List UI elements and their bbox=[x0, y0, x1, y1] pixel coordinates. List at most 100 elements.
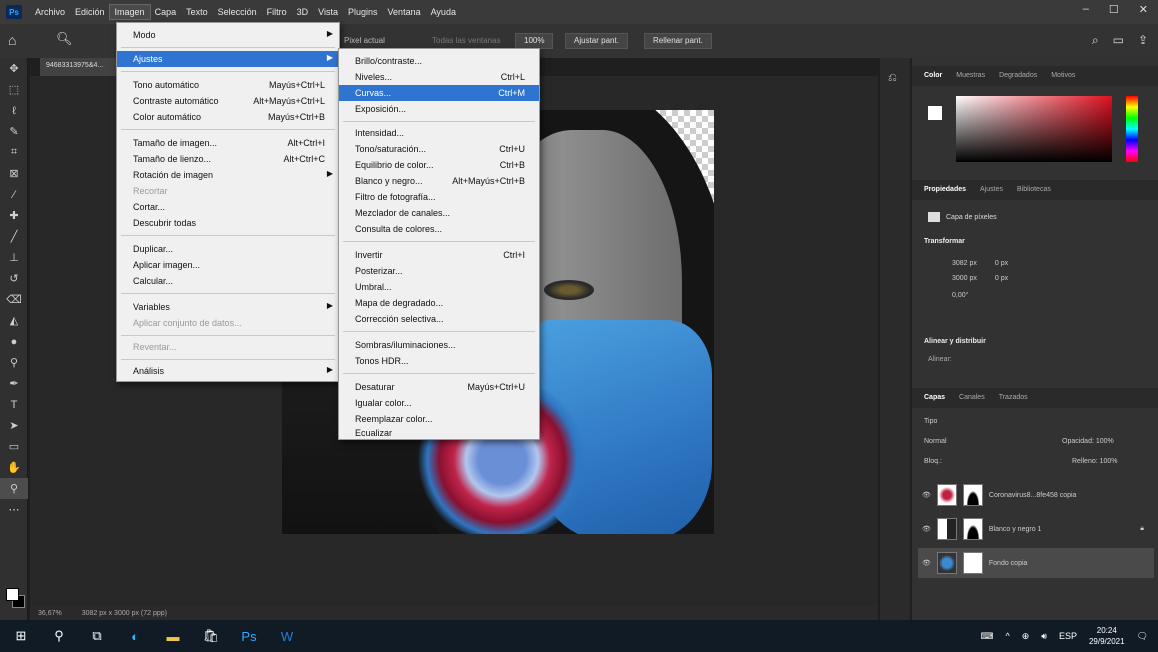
opacity-field[interactable]: Opacidad: 100% bbox=[1062, 438, 1114, 445]
menu-capa[interactable]: Capa bbox=[150, 5, 182, 19]
menu-item-aplicar-imagen[interactable]: Aplicar imagen... bbox=[117, 257, 339, 273]
rectangle-tool-icon[interactable]: ▭ bbox=[0, 436, 28, 457]
menu-plugins[interactable]: Plugins bbox=[343, 5, 383, 19]
eye-icon[interactable]: 👁︎ bbox=[922, 525, 931, 533]
menu-item-correccion-selectiva[interactable]: Corrección selectiva... bbox=[339, 311, 539, 327]
windows-start-icon[interactable]: ⊞ bbox=[6, 620, 36, 652]
menu-item-tamano-lienzo[interactable]: Tamaño de lienzo... Alt+Ctrl+C bbox=[117, 151, 339, 167]
zoom-100-button[interactable]: 100% bbox=[515, 33, 554, 49]
tab-bibliotecas[interactable]: Bibliotecas bbox=[1017, 186, 1051, 194]
menu-item-niveles[interactable]: Niveles... Ctrl+L bbox=[339, 69, 539, 85]
blur-tool-icon[interactable]: ● bbox=[0, 331, 28, 352]
menu-item-igualar-color[interactable]: Igualar color... bbox=[339, 395, 539, 411]
transform-section-title[interactable]: Transformar bbox=[924, 238, 965, 245]
frame-tool-icon[interactable]: ⊠ bbox=[0, 163, 28, 184]
layer-row[interactable]: 👁︎ Blanco y negro 1 🔒︎ bbox=[918, 514, 1154, 544]
menu-item-ecualizar[interactable]: Ecualizar bbox=[339, 425, 539, 441]
zoom-tool-icon[interactable]: ⚲ bbox=[0, 478, 28, 499]
menu-texto[interactable]: Texto bbox=[181, 5, 213, 19]
menu-item-tonos-hdr[interactable]: Tonos HDR... bbox=[339, 353, 539, 369]
menu-item-modo[interactable]: Modo ▶ bbox=[117, 27, 339, 43]
menu-item-tamano-imagen[interactable]: Tamaño de imagen... Alt+Ctrl+I bbox=[117, 135, 339, 151]
menu-item-variables[interactable]: Variables ▶ bbox=[117, 299, 339, 315]
zoom-tool-icon[interactable]: 🔍︎ bbox=[56, 31, 73, 47]
edit-toolbar-icon[interactable]: ⋯ bbox=[0, 499, 28, 520]
healing-brush-tool-icon[interactable]: ✚ bbox=[0, 205, 28, 226]
tab-color[interactable]: Color bbox=[924, 72, 942, 80]
angle-field[interactable]: 0,00° bbox=[952, 292, 968, 299]
share-icon[interactable]: ⇪ bbox=[1138, 33, 1148, 48]
menu-item-rotacion-imagen[interactable]: Rotación de imagen ▶ bbox=[117, 167, 339, 183]
layer-row[interactable]: 👁︎ Coronavirus8...8fe458 copia bbox=[918, 480, 1154, 510]
menu-item-color-automatico[interactable]: Color automático Mayús+Ctrl+B bbox=[117, 109, 339, 125]
eraser-tool-icon[interactable]: ⌫ bbox=[0, 289, 28, 310]
menu-item-curvas[interactable]: Curvas... Ctrl+M bbox=[339, 85, 539, 101]
menu-item-calcular[interactable]: Calcular... bbox=[117, 273, 339, 289]
minimize-button[interactable]: – bbox=[1083, 3, 1089, 16]
x-field[interactable]: 0 px bbox=[995, 260, 1008, 267]
foreground-color-swatch[interactable] bbox=[6, 588, 19, 601]
gradient-tool-icon[interactable]: ◭ bbox=[0, 310, 28, 331]
document-tab[interactable]: 94683313975&4... bbox=[40, 58, 116, 76]
eyedropper-tool-icon[interactable]: ⁄ bbox=[0, 184, 28, 205]
width-field[interactable]: 3082 px bbox=[952, 260, 977, 267]
menu-item-descubrir-todas[interactable]: Descubrir todas bbox=[117, 215, 339, 231]
move-tool-icon[interactable]: ✥ bbox=[0, 58, 28, 79]
show-hidden-icons-icon[interactable]: ^ bbox=[1006, 631, 1010, 641]
color-picker-field[interactable] bbox=[956, 96, 1112, 162]
clock[interactable]: 20:24 29/9/2021 bbox=[1089, 625, 1125, 647]
crop-tool-icon[interactable]: ⌗ bbox=[0, 142, 28, 163]
task-view-icon[interactable]: ⧉ bbox=[82, 620, 112, 652]
word-taskbar-icon[interactable]: W bbox=[272, 620, 302, 652]
dodge-tool-icon[interactable]: ⚲ bbox=[0, 352, 28, 373]
menu-item-mapa-degradado[interactable]: Mapa de degradado... bbox=[339, 295, 539, 311]
blend-mode-select[interactable]: Normal bbox=[924, 438, 947, 445]
language-indicator[interactable]: ESP bbox=[1059, 631, 1077, 641]
document-info[interactable]: 3082 px x 3000 px (72 ppp) bbox=[82, 610, 167, 617]
y-field[interactable]: 0 px bbox=[995, 275, 1008, 282]
history-brush-tool-icon[interactable]: ↺ bbox=[0, 268, 28, 289]
edge-browser-icon[interactable]: ◐ bbox=[120, 620, 150, 652]
maximize-button[interactable]: ☐ bbox=[1109, 3, 1119, 16]
tab-motivos[interactable]: Motivos bbox=[1051, 72, 1075, 80]
search-icon[interactable]: ⌕ bbox=[1092, 33, 1099, 48]
menu-imagen[interactable]: Imagen bbox=[108, 4, 151, 20]
eye-icon[interactable]: 👁︎ bbox=[922, 559, 931, 567]
history-panel-icon[interactable]: ⎌ bbox=[888, 72, 897, 85]
eye-icon[interactable]: 👁︎ bbox=[922, 491, 931, 499]
layer-row[interactable]: 👁︎ Fondo copia bbox=[918, 548, 1154, 578]
menu-ayuda[interactable]: Ayuda bbox=[426, 5, 461, 19]
photoshop-taskbar-icon[interactable]: Ps bbox=[234, 620, 264, 652]
menu-vista[interactable]: Vista bbox=[313, 5, 343, 19]
volume-icon[interactable]: 🔊︎ bbox=[1041, 631, 1047, 642]
menu-item-blanco-negro[interactable]: Blanco y negro... Alt+Mayús+Ctrl+B bbox=[339, 173, 539, 189]
zoom-level[interactable]: 36,67% bbox=[38, 610, 62, 617]
workspace-icon[interactable]: ▭ bbox=[1113, 33, 1124, 48]
menu-item-analisis[interactable]: Análisis ▶ bbox=[117, 363, 339, 379]
menu-item-mezclador-canales[interactable]: Mezclador de canales... bbox=[339, 205, 539, 221]
menu-item-desaturar[interactable]: Desaturar Mayús+Ctrl+U bbox=[339, 379, 539, 395]
network-icon[interactable]: ⊕ bbox=[1022, 631, 1030, 642]
menu-item-duplicar[interactable]: Duplicar... bbox=[117, 241, 339, 257]
menu-filtro[interactable]: Filtro bbox=[262, 5, 292, 19]
home-icon[interactable]: ⌂ bbox=[8, 32, 16, 48]
tab-degradados[interactable]: Degradados bbox=[999, 72, 1037, 80]
menu-item-intensidad[interactable]: Intensidad... bbox=[339, 125, 539, 141]
search-icon[interactable]: ⚲ bbox=[44, 620, 74, 652]
keyboard-icon[interactable]: ⌨ bbox=[981, 631, 994, 642]
menu-item-ajustes[interactable]: Ajustes ▶ bbox=[117, 51, 339, 67]
all-windows-option[interactable]: Todas las ventanas bbox=[432, 36, 501, 45]
tab-propiedades[interactable]: Propiedades bbox=[924, 186, 966, 194]
menu-item-exposicion[interactable]: Exposición... bbox=[339, 101, 539, 117]
fill-screen-button[interactable]: Rellenar pant. bbox=[644, 33, 712, 49]
menu-item-invertir[interactable]: Invertir Ctrl+I bbox=[339, 247, 539, 263]
hue-slider[interactable] bbox=[1126, 96, 1138, 162]
brush-tool-icon[interactable]: ╱ bbox=[0, 226, 28, 247]
menu-item-posterizar[interactable]: Posterizar... bbox=[339, 263, 539, 279]
quick-selection-tool-icon[interactable]: ✎ bbox=[0, 121, 28, 142]
pen-tool-icon[interactable]: ✒ bbox=[0, 373, 28, 394]
file-explorer-icon[interactable]: ▬ bbox=[158, 620, 188, 652]
tab-muestras[interactable]: Muestras bbox=[956, 72, 985, 80]
menu-archivo[interactable]: Archivo bbox=[30, 5, 70, 19]
close-button[interactable]: ✕ bbox=[1139, 3, 1148, 16]
